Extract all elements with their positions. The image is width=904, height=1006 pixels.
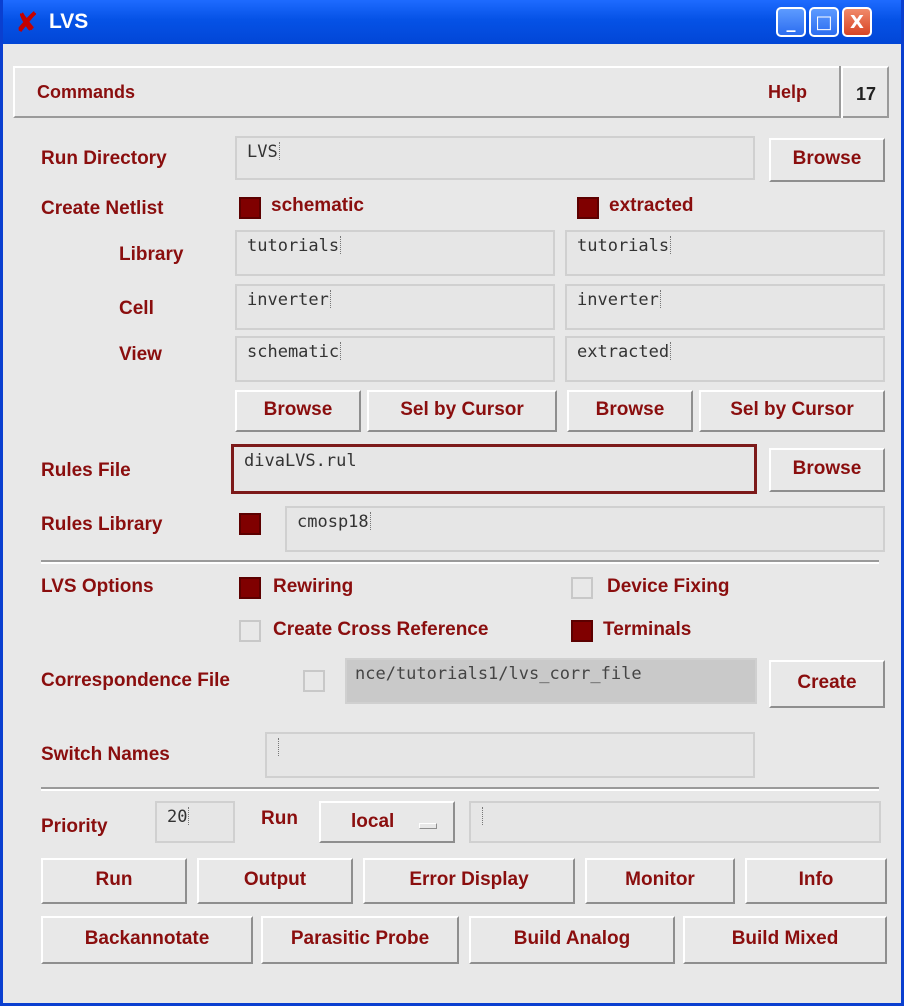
monitor-button[interactable]: Monitor [585, 858, 735, 904]
device-fixing-checkbox[interactable] [571, 577, 593, 599]
section-divider-highlight [41, 789, 879, 791]
extracted-cell-value: inverter [577, 290, 659, 310]
rules-library-label: Rules Library [41, 514, 163, 535]
schematic-sel-by-cursor-button[interactable]: Sel by Cursor [367, 390, 557, 432]
maximize-button[interactable]: □ [809, 7, 839, 37]
correspondence-create-button[interactable]: Create [769, 660, 885, 708]
cross-reference-checkbox[interactable] [239, 620, 261, 642]
text-cursor [670, 236, 673, 254]
extracted-library-input[interactable]: tutorials [565, 230, 885, 276]
create-netlist-label: Create Netlist [41, 198, 164, 219]
extracted-library-value: tutorials [577, 236, 670, 256]
text-cursor [670, 342, 673, 360]
rules-library-input[interactable]: cmosp18 [285, 506, 885, 552]
priority-label: Priority [41, 816, 108, 837]
extracted-sel-by-cursor-button[interactable]: Sel by Cursor [699, 390, 885, 432]
rules-library-value: cmosp18 [297, 512, 369, 532]
rewiring-checkbox[interactable] [239, 577, 261, 599]
run-label: Run [261, 808, 298, 829]
maximize-icon: □ [815, 12, 833, 33]
text-cursor [188, 807, 191, 825]
menu-bar [13, 66, 889, 118]
rules-file-label: Rules File [41, 460, 131, 481]
app-logo-icon: ✘ [15, 6, 39, 39]
menu-divider-highlight [841, 66, 843, 118]
switch-names-label: Switch Names [41, 744, 170, 765]
cell-label: Cell [119, 298, 154, 319]
text-cursor [369, 512, 373, 530]
run-directory-browse-button[interactable]: Browse [769, 138, 885, 182]
menu-help[interactable]: Help [768, 82, 807, 103]
text-cursor [482, 807, 485, 825]
rewiring-label: Rewiring [273, 576, 354, 597]
close-button[interactable]: X [842, 7, 872, 37]
output-button[interactable]: Output [197, 858, 353, 904]
extracted-cell-input[interactable]: inverter [565, 284, 885, 330]
correspondence-file-input[interactable]: nce/tutorials1/lvs_corr_file [345, 658, 757, 704]
text-cursor [659, 290, 663, 308]
schematic-checkbox-label: schematic [271, 195, 364, 216]
run-button[interactable]: Run [41, 858, 187, 904]
run-directory-value: LVS [247, 142, 278, 162]
schematic-view-value: schematic [247, 342, 340, 362]
schematic-cell-input[interactable]: inverter [235, 284, 555, 330]
build-mixed-button[interactable]: Build Mixed [683, 916, 887, 964]
backannotate-button[interactable]: Backannotate [41, 916, 253, 964]
correspondence-file-checkbox[interactable] [303, 670, 325, 692]
window-title: LVS [49, 10, 89, 33]
priority-input[interactable]: 20 [155, 801, 235, 843]
terminals-checkbox[interactable] [571, 620, 593, 642]
error-display-button[interactable]: Error Display [363, 858, 575, 904]
rules-library-checkbox[interactable] [239, 513, 261, 535]
minimize-button[interactable]: _ [776, 7, 806, 37]
text-cursor [278, 142, 282, 160]
view-label: View [119, 344, 162, 365]
info-button[interactable]: Info [745, 858, 887, 904]
run-mode-value: local [351, 811, 395, 832]
correspondence-file-label: Correspondence File [41, 670, 230, 691]
correspondence-file-value: nce/tutorials1/lvs_corr_file [355, 664, 642, 684]
section-divider-highlight [41, 562, 879, 564]
menu-commands[interactable]: Commands [37, 82, 135, 103]
page-number: 17 [856, 84, 877, 104]
schematic-browse-button[interactable]: Browse [235, 390, 361, 432]
device-fixing-label: Device Fixing [607, 576, 730, 597]
dropdown-indicator-icon [419, 823, 437, 829]
schematic-view-input[interactable]: schematic [235, 336, 555, 382]
terminals-label: Terminals [603, 619, 692, 640]
run-directory-label: Run Directory [41, 148, 167, 169]
lvs-options-label: LVS Options [41, 576, 154, 597]
library-label: Library [119, 244, 184, 265]
extracted-checkbox[interactable] [577, 197, 599, 219]
lvs-window: ✘ LVS _ □ X Commands Help 17 Run Directo… [0, 0, 904, 1006]
build-analog-button[interactable]: Build Analog [469, 916, 675, 964]
rules-file-input[interactable]: divaLVS.rul [231, 444, 757, 494]
schematic-library-value: tutorials [247, 236, 340, 256]
priority-value: 20 [167, 807, 188, 827]
title-bar[interactable]: ✘ LVS _ □ X [3, 0, 901, 44]
minimize-icon: _ [786, 12, 796, 33]
text-cursor [278, 738, 281, 756]
extracted-checkbox-label: extracted [609, 195, 694, 216]
text-cursor [340, 236, 343, 254]
run-directory-input[interactable]: LVS [235, 136, 755, 180]
text-cursor [340, 342, 343, 360]
extracted-view-input[interactable]: extracted [565, 336, 885, 382]
schematic-library-input[interactable]: tutorials [235, 230, 555, 276]
close-icon: X [850, 12, 864, 33]
cross-reference-label: Create Cross Reference [273, 619, 489, 640]
rules-file-browse-button[interactable]: Browse [769, 448, 885, 492]
switch-names-input[interactable] [265, 732, 755, 778]
schematic-cell-value: inverter [247, 290, 329, 310]
run-host-input[interactable] [469, 801, 881, 843]
extracted-view-value: extracted [577, 342, 670, 362]
extracted-browse-button[interactable]: Browse [567, 390, 693, 432]
rules-file-value: divaLVS.rul [244, 451, 357, 471]
run-mode-dropdown[interactable]: local [319, 801, 455, 843]
text-cursor [329, 290, 333, 308]
parasitic-probe-button[interactable]: Parasitic Probe [261, 916, 459, 964]
schematic-checkbox[interactable] [239, 197, 261, 219]
